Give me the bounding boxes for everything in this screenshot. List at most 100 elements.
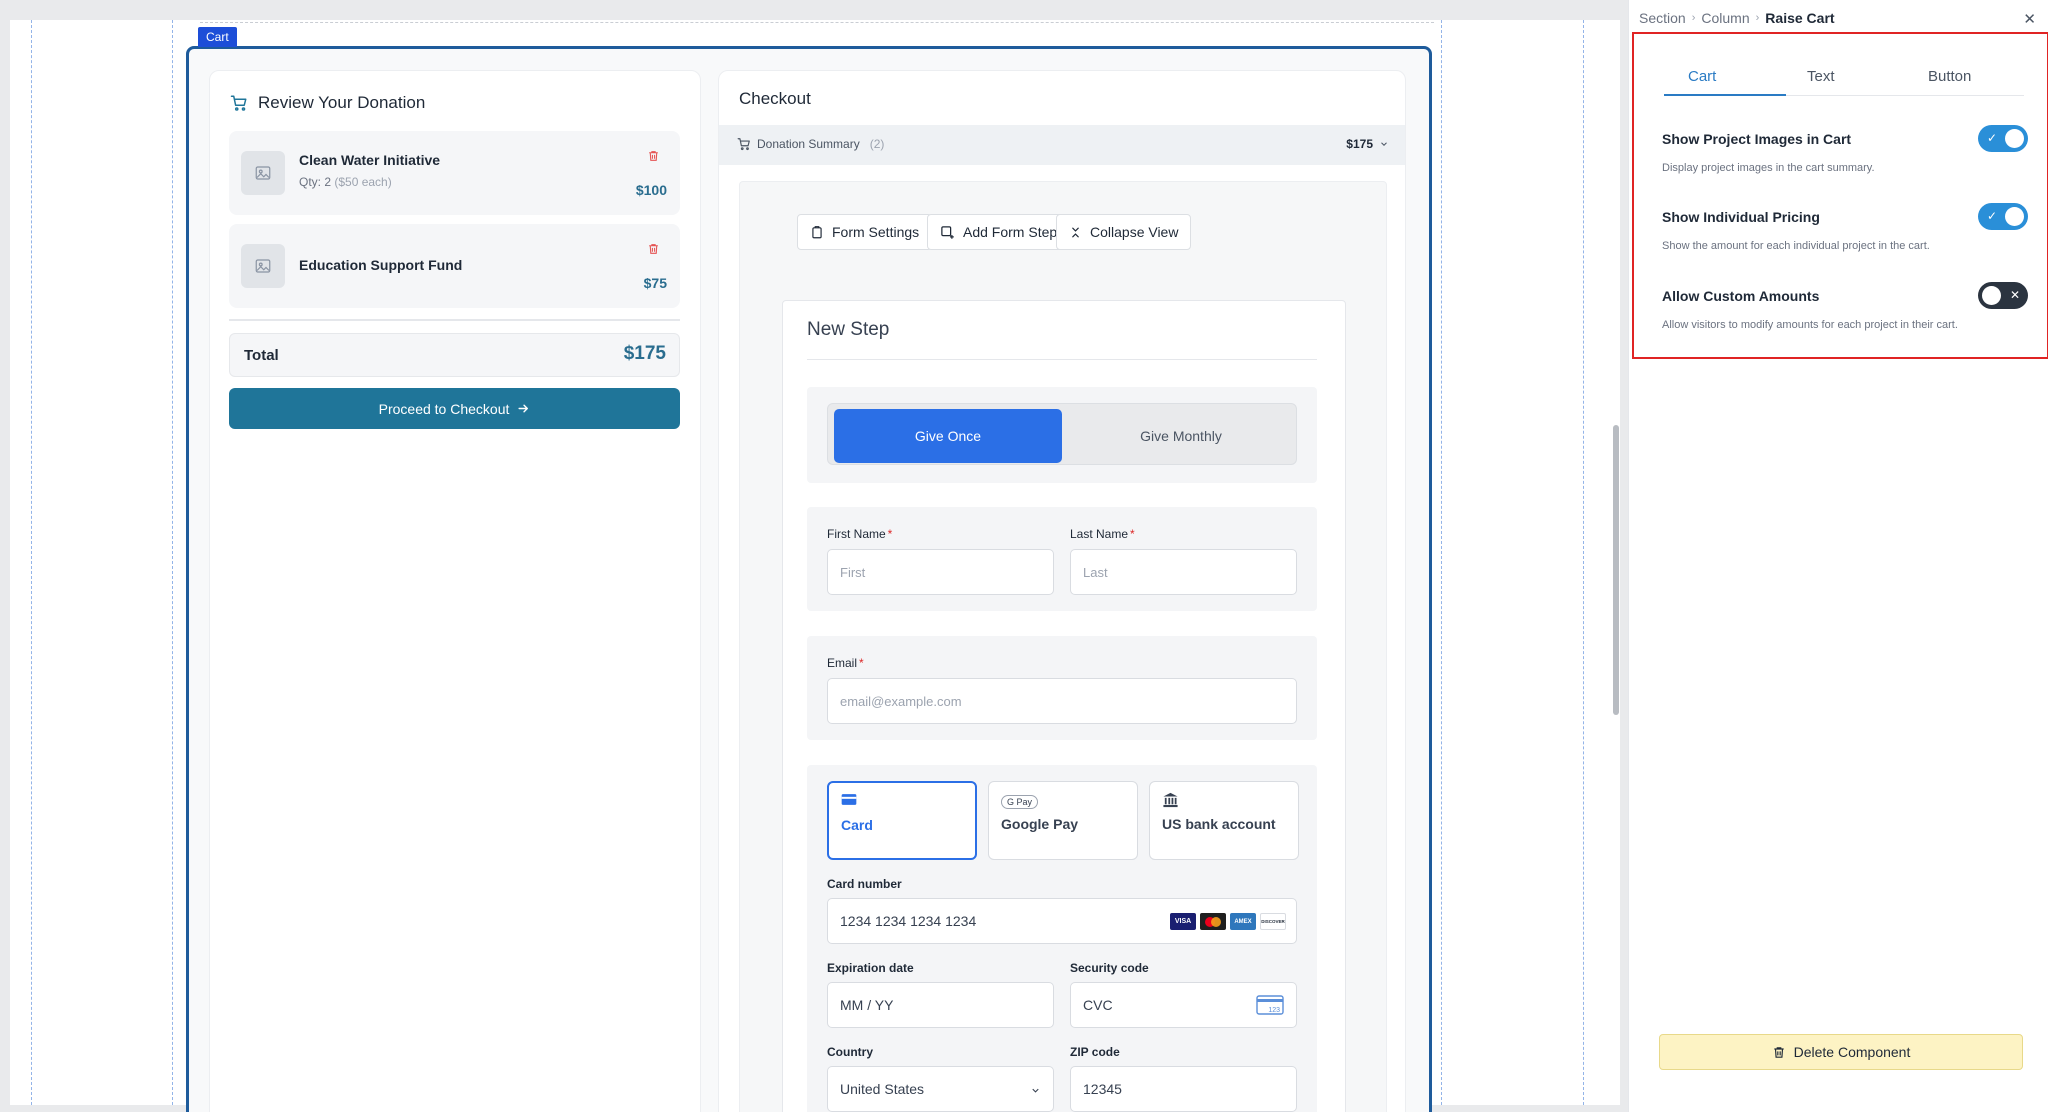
delete-component-button[interactable]: Delete Component (1659, 1034, 2023, 1070)
email-label: Email * (827, 656, 864, 670)
first-name-label: First Name * (827, 527, 892, 541)
first-name-label-text: First Name (827, 527, 886, 541)
expiration-field[interactable]: MM / YY (827, 982, 1054, 1028)
country-select[interactable]: United States (827, 1066, 1054, 1112)
add-form-step-button[interactable]: Add Form Step (927, 214, 1071, 250)
toggle-knob (1982, 286, 2001, 305)
cvc-placeholder: CVC (1083, 997, 1113, 1013)
x-icon: ✕ (2009, 288, 2020, 302)
zip-field[interactable]: 12345 (1070, 1066, 1297, 1112)
amex-icon: AMEX (1230, 913, 1256, 930)
country-value: United States (840, 1081, 925, 1097)
close-icon[interactable]: ✕ (2023, 10, 2036, 28)
option-title: Allow Custom Amounts (1662, 288, 1820, 304)
option-description: Display project images in the cart summa… (1662, 162, 1875, 174)
canvas-scrollbar[interactable] (1613, 425, 1619, 715)
collapse-view-button[interactable]: Collapse View (1056, 214, 1192, 250)
required-mark: * (859, 656, 864, 670)
trash-icon (1773, 1046, 1784, 1058)
proceed-to-checkout-button[interactable]: Proceed to Checkout (229, 388, 680, 429)
summary-count: (2) (869, 137, 885, 151)
guide-line (200, 22, 1434, 23)
frequency-panel: Give Once Give Monthly (807, 387, 1317, 483)
review-donation-card: Review Your Donation Clean Water Initiat… (209, 70, 701, 1112)
google-pay-icon: G Pay (1001, 792, 1039, 810)
collapse-view-label: Collapse View (1090, 224, 1179, 240)
first-name-field[interactable]: First (827, 549, 1054, 595)
summary-total: $175 (1346, 137, 1373, 151)
zip-label: ZIP code (1070, 1045, 1120, 1059)
security-code-field[interactable]: CVC 123 (1070, 982, 1297, 1028)
divider (229, 319, 680, 321)
card-brands: VISA MC AMEX DISCOVER (1170, 913, 1286, 930)
total-label: Total (244, 347, 279, 364)
checkout-card: Checkout Donation Summary (2) $175 Form … (718, 70, 1406, 1112)
required-mark: * (887, 527, 893, 541)
checkout-title: Checkout (739, 89, 811, 108)
breadcrumb-item[interactable]: Column (1701, 10, 1749, 26)
payment-option-us-bank[interactable]: US bank account (1149, 781, 1299, 860)
item-name: Education Support Fund (299, 257, 463, 273)
donation-summary-bar[interactable]: Donation Summary (2) $175 (719, 125, 1405, 165)
cart-settings-box: Cart Text Button Show Project Images in … (1632, 32, 2048, 359)
item-price: $100 (635, 182, 667, 198)
tab-button[interactable]: Button (1928, 68, 1971, 85)
total-value: $175 (623, 343, 666, 364)
component-tag[interactable]: Cart (198, 27, 237, 47)
country-label: Country (827, 1045, 873, 1059)
active-tab-indicator (1664, 94, 1786, 96)
last-name-label-text: Last Name (1070, 527, 1129, 541)
give-monthly-button[interactable]: Give Monthly (1068, 409, 1294, 463)
toggle-knob (2005, 129, 2024, 148)
option-title: Show Project Images in Cart (1662, 131, 1852, 147)
review-title: Review Your Donation (258, 93, 426, 112)
trash-icon[interactable] (647, 242, 660, 261)
tab-cart[interactable]: Cart (1688, 68, 1716, 85)
bank-icon (1162, 792, 1179, 813)
review-header: Review Your Donation (230, 93, 425, 113)
payment-option-label: Google Pay (1001, 816, 1079, 832)
option-title: Show Individual Pricing (1662, 209, 1820, 225)
visa-icon: VISA (1170, 913, 1196, 930)
form-step-card[interactable]: New Step Give Once Give Monthly First Na… (782, 300, 1346, 1112)
option-description: Allow visitors to modify amounts for eac… (1662, 319, 1958, 331)
payment-option-google-pay[interactable]: G Pay Google Pay (988, 781, 1138, 860)
guide-line (1441, 20, 1442, 1105)
form-settings-button[interactable]: Form Settings (797, 214, 933, 250)
summary-right: $175 (1346, 137, 1389, 151)
guide-line (1583, 20, 1584, 1105)
item-name: Clean Water Initiative (299, 152, 441, 168)
frequency-toggle: Give Once Give Monthly (827, 403, 1297, 465)
guide-line (31, 20, 32, 1105)
show-pricing-toggle[interactable]: ✓ (1978, 203, 2028, 230)
chevron-down-icon (1032, 1088, 1039, 1093)
custom-amounts-toggle[interactable]: ✕ (1978, 282, 2028, 309)
give-once-button[interactable]: Give Once (834, 409, 1062, 463)
card-number-placeholder: 1234 1234 1234 1234 (840, 913, 977, 929)
breadcrumb-current: Raise Cart (1765, 10, 1835, 26)
tab-text[interactable]: Text (1807, 68, 1835, 85)
image-placeholder-icon (241, 151, 285, 195)
trash-icon[interactable] (647, 149, 660, 168)
payment-option-label: Card (841, 817, 873, 833)
mastercard-icon: MC (1200, 913, 1226, 930)
cvc-card-icon: 123 (1256, 995, 1284, 1018)
payment-option-card[interactable]: Card (827, 781, 977, 860)
add-step-icon (941, 225, 954, 239)
card-number-field[interactable]: 1234 1234 1234 1234 VISA MC AMEX DISCOVE… (827, 898, 1297, 944)
breadcrumb-item[interactable]: Section (1639, 10, 1686, 26)
cart-item: Clean Water Initiative Qty: 2 ($50 each)… (229, 131, 680, 215)
email-field[interactable]: email@example.com (827, 678, 1297, 724)
check-icon: ✓ (1987, 209, 1998, 223)
check-icon: ✓ (1987, 131, 1998, 145)
clipboard-icon (812, 225, 822, 238)
last-name-label: Last Name * (1070, 527, 1135, 541)
qty-value: Qty: 2 (299, 175, 332, 189)
item-price: $75 (643, 275, 667, 291)
show-images-toggle[interactable]: ✓ (1978, 125, 2028, 152)
last-name-field[interactable]: Last (1070, 549, 1297, 595)
email-panel: Email * email@example.com (807, 636, 1317, 740)
credit-card-icon (841, 793, 857, 811)
cart-icon (230, 95, 247, 111)
form-builder-area: Form Settings Add Form Step Collapse Vie… (739, 181, 1387, 1112)
